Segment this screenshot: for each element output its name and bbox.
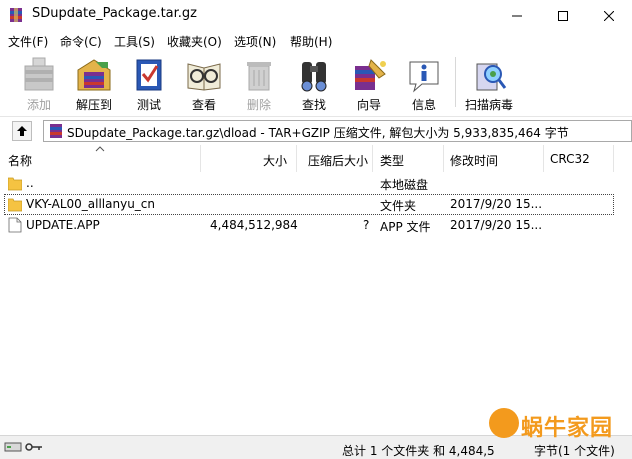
file-name: .. xyxy=(26,176,34,190)
toolbar-separator xyxy=(455,57,456,107)
up-folder-button[interactable] xyxy=(12,121,32,141)
address-row: SDupdate_Package.tar.gz\dload - TAR+GZIP… xyxy=(0,117,632,145)
window-title: SDupdate_Package.tar.gz xyxy=(32,6,198,21)
toolbar: 添加 解压到 测试 查看 删除 查找 向导 信息 扫描病毒 xyxy=(0,51,632,117)
find-button[interactable]: 查找 xyxy=(286,54,342,112)
menu-favorites[interactable]: 收藏夹(O) xyxy=(167,33,222,50)
column-crc[interactable]: CRC32 xyxy=(550,145,590,172)
file-type: 本地磁盘 xyxy=(380,178,429,192)
delete-icon xyxy=(247,62,271,91)
maximize-icon xyxy=(558,10,568,21)
file-modified: 2017/9/20 15... xyxy=(450,197,543,211)
delete-label: 删除 xyxy=(246,98,271,112)
test-icon xyxy=(136,59,162,91)
status-summary: 总计 1 个文件夹 和 4,484,5 xyxy=(342,444,495,458)
test-button[interactable]: 测试 xyxy=(121,54,177,112)
view-button[interactable]: 查看 xyxy=(176,54,232,112)
close-icon xyxy=(604,10,614,21)
maximize-button[interactable] xyxy=(540,0,586,31)
menu-tools[interactable]: 工具(S) xyxy=(114,33,155,50)
folder-icon xyxy=(8,177,22,191)
find-label: 查找 xyxy=(301,98,326,112)
title-bar: SDupdate_Package.tar.gz xyxy=(0,0,632,31)
file-packed: ? xyxy=(363,218,370,232)
file-icon xyxy=(8,217,22,233)
close-button[interactable] xyxy=(586,0,632,31)
extract-to-button[interactable]: 解压到 xyxy=(66,54,122,112)
menu-file[interactable]: 文件(F) xyxy=(8,33,48,50)
file-list: 名称 大小 压缩后大小 类型 修改时间 CRC32 .. 本地磁盘 VKY-AL… xyxy=(0,145,632,435)
file-modified: 2017/9/20 15... xyxy=(450,218,543,232)
watermark-logo: 蜗牛家园 xyxy=(483,402,632,454)
address-field[interactable]: SDupdate_Package.tar.gz\dload - TAR+GZIP… xyxy=(43,120,632,142)
winrar-app-icon xyxy=(10,8,22,22)
menu-help[interactable]: 帮助(H) xyxy=(290,33,332,50)
column-packed[interactable]: 压缩后大小 xyxy=(308,145,368,172)
column-type[interactable]: 类型 xyxy=(380,145,404,172)
wizard-label: 向导 xyxy=(356,98,381,112)
find-icon xyxy=(301,62,327,92)
add-label: 添加 xyxy=(26,98,51,112)
table-row[interactable]: UPDATE.APP 4,484,512,984 ? APP 文件 2017/9… xyxy=(0,215,632,236)
minimize-icon xyxy=(512,15,522,16)
extract-to-icon xyxy=(77,59,111,91)
column-separator xyxy=(543,145,544,172)
column-separator xyxy=(200,145,201,172)
delete-button[interactable]: 删除 xyxy=(231,54,287,112)
sort-ascending-icon xyxy=(95,146,105,152)
view-icon xyxy=(187,63,221,91)
address-path: SDupdate_Package.tar.gz\dload - TAR+GZIP… xyxy=(67,126,569,140)
extract-to-label: 解压到 xyxy=(75,98,112,112)
column-separator xyxy=(372,145,373,172)
test-label: 测试 xyxy=(136,98,161,112)
virus-scan-label: 扫描病毒 xyxy=(464,98,513,112)
menu-commands[interactable]: 命令(C) xyxy=(60,33,102,50)
drive-key-icon xyxy=(4,442,42,452)
watermark-text: 蜗牛家园 xyxy=(521,415,614,441)
archive-icon xyxy=(50,124,62,138)
view-label: 查看 xyxy=(191,98,216,112)
menu-bar: 文件(F) 命令(C) 工具(S) 收藏夹(O) 选项(N) 帮助(H) xyxy=(0,31,632,51)
folder-icon xyxy=(8,198,22,212)
up-arrow-icon xyxy=(17,126,27,136)
minimize-button[interactable] xyxy=(494,0,540,31)
table-row[interactable]: VKY-AL00_alllanyu_cn 文件夹 2017/9/20 15... xyxy=(4,194,614,215)
table-row[interactable]: .. 本地磁盘 xyxy=(0,173,632,194)
info-icon xyxy=(409,61,439,93)
add-archive-icon xyxy=(24,57,54,91)
column-header-row: 名称 大小 压缩后大小 类型 修改时间 CRC32 xyxy=(0,145,632,172)
wizard-button[interactable]: 向导 xyxy=(341,54,397,112)
add-button[interactable]: 添加 xyxy=(11,54,67,112)
column-separator xyxy=(296,145,297,172)
info-label: 信息 xyxy=(411,98,436,112)
file-type: APP 文件 xyxy=(380,220,431,234)
info-button[interactable]: 信息 xyxy=(396,54,452,112)
file-size: 4,484,512,984 xyxy=(210,218,298,232)
snail-logo-icon xyxy=(489,408,519,438)
column-modified[interactable]: 修改时间 xyxy=(450,145,498,172)
column-separator xyxy=(613,145,614,172)
column-separator xyxy=(443,145,444,172)
menu-options[interactable]: 选项(N) xyxy=(234,33,276,50)
virus-scan-icon xyxy=(476,63,507,91)
virus-scan-button[interactable]: 扫描病毒 xyxy=(461,54,517,112)
column-size[interactable]: 大小 xyxy=(263,145,287,172)
column-name[interactable]: 名称 xyxy=(8,145,32,172)
file-type: 文件夹 xyxy=(380,199,417,213)
file-name: UPDATE.APP xyxy=(26,218,100,232)
wizard-icon xyxy=(355,59,386,90)
file-name: VKY-AL00_alllanyu_cn xyxy=(26,197,156,211)
